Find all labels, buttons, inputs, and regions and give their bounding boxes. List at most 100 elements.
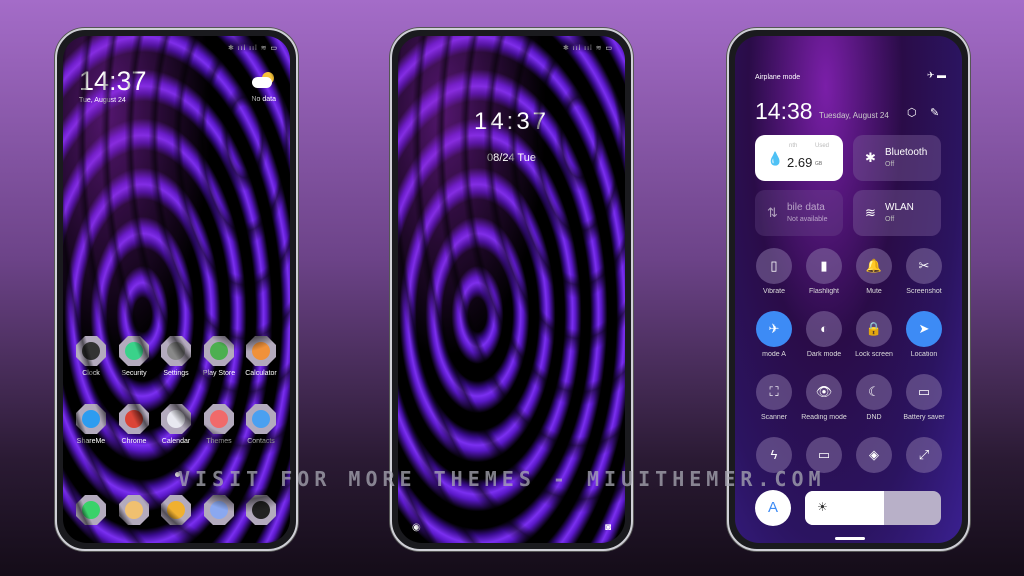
water-drop-icon: 💧 xyxy=(767,151,784,166)
edit-icon[interactable]: ✎ xyxy=(930,106,939,119)
app-label: ShareMe xyxy=(76,438,106,445)
app-chrome[interactable]: Chrome xyxy=(112,404,156,445)
auto-brightness-button[interactable]: A xyxy=(755,490,791,526)
app-clock[interactable]: Clock xyxy=(69,336,113,377)
wlan-tile[interactable]: ≋ WLAN Off xyxy=(853,190,941,236)
toggle-scanner[interactable]: ⛶ Scanner xyxy=(749,374,799,421)
toggle-toggle[interactable]: ◈ xyxy=(849,437,899,473)
weather-cloud-icon[interactable] xyxy=(252,72,274,88)
toggle-battery-saver[interactable]: ▭ Battery saver xyxy=(899,374,949,421)
toggle-label: Mute xyxy=(866,288,882,295)
app-label: Contacts xyxy=(247,438,275,445)
app-themes[interactable]: Themes xyxy=(197,404,241,445)
camera-icon xyxy=(246,495,276,525)
app-label: Calculator xyxy=(245,370,277,377)
toggle-label: Scanner xyxy=(760,414,788,421)
lock-time: 14:37 xyxy=(473,108,550,135)
data-usage-tile[interactable]: 💧 nth Used 2.69 GB xyxy=(755,135,843,181)
dock-camera[interactable] xyxy=(239,495,283,525)
app-label: Settings xyxy=(163,370,189,377)
app-icon xyxy=(204,336,234,366)
weather-text: No data xyxy=(251,96,276,103)
app-label: Play Store xyxy=(202,370,236,377)
mobile-data-tile[interactable]: ⇅ bile data Not available xyxy=(755,190,843,236)
toggle-label: Location xyxy=(910,351,938,358)
messages-icon xyxy=(119,495,149,525)
toggle-location[interactable]: ➤ Location xyxy=(899,311,949,358)
app-label: Calendar xyxy=(161,438,191,445)
dock-phone[interactable] xyxy=(69,495,113,525)
toggle-label: Dark mode xyxy=(806,351,842,358)
brightness-slider[interactable]: ☀ xyxy=(805,491,941,525)
airplane-mode-status: Airplane mode xyxy=(755,74,801,81)
bluetooth-tile[interactable]: ✱ Bluetooth Off xyxy=(853,135,941,181)
browser-icon xyxy=(204,495,234,525)
dock-notes[interactable] xyxy=(154,495,198,525)
toggle-icon: ⤢ xyxy=(906,437,942,473)
status-bar: ✱ ııl ııl ≋ ▭ xyxy=(562,45,613,52)
dark-mode-icon: ◐ xyxy=(806,311,842,347)
bluetooth-icon: ✱ xyxy=(865,150,876,165)
screenshot-icon: ✂ xyxy=(906,248,942,284)
clock-widget-time[interactable]: 14:37 xyxy=(79,66,147,97)
notes-icon xyxy=(161,495,191,525)
toggle-dnd[interactable]: ☾ DND xyxy=(849,374,899,421)
app-icon xyxy=(76,404,106,434)
toggle-vibrate[interactable]: ▯ Vibrate xyxy=(749,248,799,295)
app-icon xyxy=(161,336,191,366)
app-icon xyxy=(119,336,149,366)
app-label: Clock xyxy=(82,370,100,377)
app-calendar[interactable]: Calendar xyxy=(154,404,198,445)
app-icon xyxy=(204,404,234,434)
camera-icon[interactable]: ◙ xyxy=(605,522,611,533)
toggle-screenshot[interactable]: ✂ Screenshot xyxy=(899,248,949,295)
toggle-label: Flashlight xyxy=(809,288,839,295)
app-play-store[interactable]: Play Store xyxy=(197,336,241,377)
mobile-data-icon: ⇅ xyxy=(767,205,778,220)
voice-assistant-icon[interactable]: ◉ xyxy=(412,522,421,533)
data-used-value: 2.69 xyxy=(787,155,813,170)
toggle-label: Screenshot xyxy=(906,288,942,295)
status-bar: ✱ ııl ııl ≋ ▭ xyxy=(227,45,278,52)
cc-time: 14:38 xyxy=(755,98,813,124)
app-label: Chrome xyxy=(121,438,147,445)
settings-icon[interactable]: ⬡ xyxy=(907,106,917,119)
toggle-mode-a[interactable]: ✈ mode A xyxy=(749,311,799,358)
dock-browser[interactable] xyxy=(197,495,241,525)
toggle-flashlight[interactable]: ▮ Flashlight xyxy=(799,248,849,295)
app-calculator[interactable]: Calculator xyxy=(239,336,283,377)
clock-widget-date: Tue, August 24 xyxy=(79,97,126,104)
phone-icon xyxy=(76,495,106,525)
app-icon xyxy=(76,336,106,366)
lock-screen-icon: 🔒 xyxy=(856,311,892,347)
home-indicator[interactable] xyxy=(835,537,865,540)
app-label: Security xyxy=(121,370,147,377)
dnd-icon: ☾ xyxy=(856,374,892,410)
battery-saver-icon: ▭ xyxy=(906,374,942,410)
toggle-reading-mode[interactable]: 👁 Reading mode xyxy=(799,374,849,421)
app-settings[interactable]: Settings xyxy=(154,336,198,377)
toggle-toggle[interactable]: ⤢ xyxy=(899,437,949,473)
app-shareme[interactable]: ShareMe xyxy=(69,404,113,445)
cc-date: Tuesday, August 24 xyxy=(819,111,889,120)
toggle-label: Lock screen xyxy=(855,351,893,358)
sun-icon: ☀ xyxy=(817,500,828,514)
wifi-icon: ≋ xyxy=(865,205,876,220)
airplane-battery-icon: ✈ ▬ xyxy=(926,70,946,80)
dock-messages[interactable] xyxy=(112,495,156,525)
app-icon xyxy=(246,336,276,366)
app-contacts[interactable]: Contacts xyxy=(239,404,283,445)
toggle-label: Battery saver xyxy=(903,414,945,421)
app-security[interactable]: Security xyxy=(112,336,156,377)
app-label: Themes xyxy=(206,438,232,445)
app-icon xyxy=(161,404,191,434)
lock-date: 08/24 Tue xyxy=(487,152,536,164)
mute-icon: 🔔 xyxy=(856,248,892,284)
app-icon xyxy=(246,404,276,434)
scanner-icon: ⛶ xyxy=(756,374,792,410)
reading-mode-icon: 👁 xyxy=(806,374,842,410)
toggle-dark-mode[interactable]: ◐ Dark mode xyxy=(799,311,849,358)
app-icon xyxy=(119,404,149,434)
toggle-lock-screen[interactable]: 🔒 Lock screen xyxy=(849,311,899,358)
toggle-mute[interactable]: 🔔 Mute xyxy=(849,248,899,295)
